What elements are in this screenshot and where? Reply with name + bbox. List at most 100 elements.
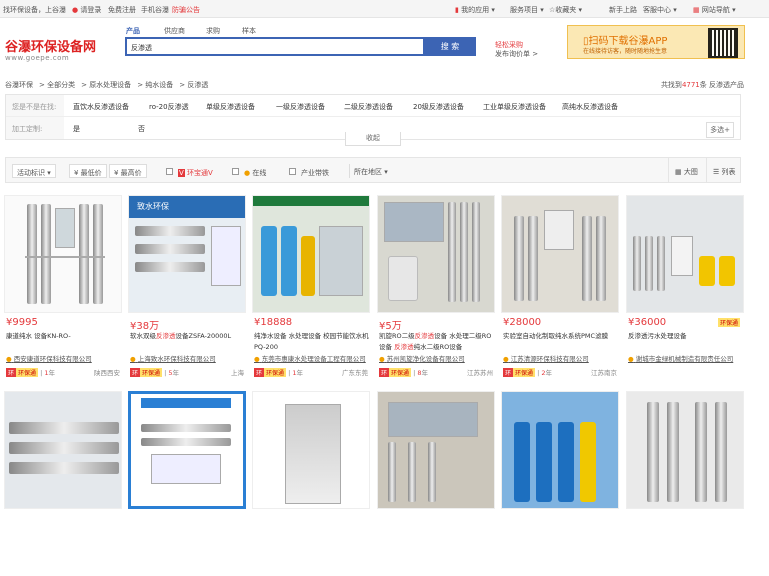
company-link[interactable]: ● 西安康道环保科技有限公司 <box>6 353 92 363</box>
filter-option[interactable]: 是 <box>73 124 80 134</box>
product-image[interactable] <box>501 391 619 509</box>
product-card[interactable]: ¥5万 凯旋RO二级反渗透设备 水处理二级RO设备 反渗透纯水二级RO设备 ● … <box>377 195 495 380</box>
product-price: ¥36000 <box>628 317 667 328</box>
member-badge-icon: 环 <box>6 368 17 377</box>
product-card[interactable] <box>501 391 619 576</box>
product-card[interactable] <box>626 391 744 576</box>
register-link[interactable]: 免费注册 <box>108 5 136 15</box>
app-download-banner[interactable]: ▯扫码下载谷瀑APP 在线接待访客，随时随地抢生意 <box>567 25 745 59</box>
huanbao-label: V 环宝通V <box>178 169 213 177</box>
product-image[interactable] <box>4 391 122 509</box>
chat-icon: ● <box>254 355 260 363</box>
product-title[interactable]: 反渗透污水处理设备 <box>628 331 744 342</box>
search-button[interactable]: 搜 索 <box>424 37 476 56</box>
product-card[interactable] <box>128 391 246 576</box>
company-link[interactable]: ● 谢城市金绿机械制造有限责任公司 <box>628 353 733 363</box>
login-link[interactable]: ● 请登录 <box>72 5 101 15</box>
myapp-menu[interactable]: ▮ 我的应用 ▾ <box>455 5 495 15</box>
product-card[interactable]: ¥36000 环保通 反渗透污水处理设备 ● 谢城市金绿机械制造有限责任公司 <box>626 195 744 380</box>
company-link[interactable]: ● 东莞市惠康水处理设备工程有限公司 <box>254 353 366 363</box>
online-checkbox[interactable] <box>232 168 239 175</box>
region-dropdown[interactable]: 所在地区 ▾ <box>349 164 392 178</box>
site-logo[interactable]: 谷瀑环保设备网 <box>5 36 96 55</box>
company-link[interactable]: ● 江苏清源环保科技有限公司 <box>503 353 589 363</box>
product-image[interactable] <box>626 195 744 313</box>
service-menu[interactable]: 服务项目 ▾ <box>510 5 544 15</box>
slogan: 找环保设备，上谷瀑 <box>3 6 66 14</box>
chat-icon: ● <box>503 355 509 363</box>
filter-option[interactable]: 直饮水反渗透设备 <box>73 102 129 112</box>
app-icon: ▮ <box>455 6 459 14</box>
product-price: ¥9995 <box>6 317 38 328</box>
product-image[interactable] <box>501 195 619 313</box>
badge-icon: V <box>178 169 185 177</box>
filter-option[interactable]: 一级反渗透设备 <box>276 102 325 112</box>
product-meta: 环环保通 | 1年 广东东莞 <box>254 368 368 377</box>
product-card[interactable]: ¥9995 康道纯水 设备KN-RO- ● 西安康道环保科技有限公司 环环保通 … <box>4 195 122 380</box>
newbie-link[interactable]: 新手上路 <box>609 5 637 15</box>
product-title[interactable]: 凯旋RO二级反渗透设备 水处理二级RO设备 反渗透纯水二级RO设备 <box>379 331 495 353</box>
activity-dropdown[interactable]: 活动标识 ▾ <box>12 164 56 178</box>
online-label: ● 在线 <box>244 169 267 177</box>
product-image[interactable] <box>377 391 495 509</box>
product-meta: 环环保通 | 5年 上海 <box>130 368 244 377</box>
product-card[interactable] <box>252 391 370 576</box>
sitenav-menu[interactable]: ▦ 网站导航 ▾ <box>693 5 736 15</box>
filter-option[interactable]: 否 <box>138 124 145 134</box>
breadcrumb-item[interactable]: 谷瀑环保 <box>5 81 33 89</box>
breadcrumb-item[interactable]: 纯水设备 <box>145 81 173 89</box>
filter-option[interactable]: 高纯水反渗透设备 <box>562 102 618 112</box>
product-price: ¥18888 <box>254 317 293 328</box>
product-card[interactable]: ¥28000 实验室自动化制取纯水系统PMC滤膜 ● 江苏清源环保科技有限公司 … <box>501 195 619 380</box>
product-image[interactable] <box>252 195 370 313</box>
list-view-toggle[interactable]: ☰ 列表 <box>706 158 742 182</box>
notice-link[interactable]: 防骗公告 <box>172 5 200 15</box>
company-link[interactable]: ● 苏州凯旋净化设备有限公司 <box>379 353 465 363</box>
sort-price-high[interactable]: ¥ 最高价 <box>109 164 147 178</box>
search-input[interactable]: 反渗透 <box>125 37 425 56</box>
product-price: ¥5万 <box>379 321 402 332</box>
sort-price-low[interactable]: ¥ 最低价 <box>69 164 107 178</box>
product-card[interactable] <box>377 391 495 576</box>
product-image[interactable] <box>4 195 122 313</box>
favorite-menu[interactable]: ☆收藏夹 ▾ <box>549 5 582 15</box>
tab-supplier[interactable]: 供应商 <box>164 26 185 36</box>
product-meta: 环环保通 | 8年 江苏苏州 <box>379 368 493 377</box>
tab-sample[interactable]: 样本 <box>242 26 256 36</box>
product-image[interactable] <box>128 391 246 509</box>
collapse-button[interactable]: 收起 <box>345 132 401 146</box>
result-count: 共找到4771条 反渗透产品 <box>660 81 744 89</box>
chat-icon: ● <box>6 355 12 363</box>
product-card[interactable]: ¥18888 纯净水设备 水处理设备 校园节能饮水机PQ-200 ● 东莞市惠康… <box>252 195 370 380</box>
post-inquiry-link[interactable]: 发布询价单 > <box>495 49 538 59</box>
product-image[interactable] <box>252 391 370 509</box>
product-image[interactable] <box>377 195 495 313</box>
product-title[interactable]: 实验室自动化制取纯水系统PMC滤膜 <box>503 331 619 342</box>
product-card[interactable] <box>4 391 122 576</box>
list-view-icon: ☰ <box>713 168 720 176</box>
multi-select-button[interactable]: 多选+ <box>706 122 734 138</box>
sort-bar: 活动标识 ▾ ¥ 最低价 ¥ 最高价 V 环宝通V ● 在线 产业带铁 所在地区… <box>5 157 741 183</box>
filter-option[interactable]: 二级反渗透设备 <box>344 102 393 112</box>
company-link[interactable]: ● 上海致水环保科技有限公司 <box>130 353 216 363</box>
huanbao-checkbox[interactable] <box>166 168 173 175</box>
filter-row-suggest: 您是不是在找: 直饮水反渗透设备 ro-20反渗透 单级反渗透设备 一级反渗透设… <box>6 95 740 117</box>
product-title[interactable]: 纯净水设备 水处理设备 校园节能饮水机PQ-200 <box>254 331 370 353</box>
product-card[interactable]: 致水环保 ¥38万 软水双级反渗透设备ZSFA-20000L ● 上海致水环保科… <box>128 195 246 380</box>
filter-option[interactable]: 单级反渗透设备 <box>206 102 255 112</box>
breadcrumb-item[interactable]: 原水处理设备 <box>89 81 131 89</box>
breadcrumb-item[interactable]: 全部分类 <box>47 81 75 89</box>
product-image[interactable] <box>626 391 744 509</box>
grid-view-toggle[interactable]: ▦ 大图 <box>668 158 704 182</box>
product-title[interactable]: 康道纯水 设备KN-RO- <box>6 331 122 342</box>
support-menu[interactable]: 客服中心 ▾ <box>643 5 677 15</box>
tab-purchase[interactable]: 求购 <box>206 26 220 36</box>
filter-option[interactable]: ro-20反渗透 <box>149 102 189 112</box>
tab-product[interactable]: 产品 <box>126 26 140 36</box>
product-title[interactable]: 软水双级反渗透设备ZSFA-20000L <box>130 331 246 342</box>
filter-option[interactable]: 20级反渗透设备 <box>413 102 464 112</box>
guarantee-checkbox[interactable] <box>289 168 296 175</box>
filter-option[interactable]: 工业单级反渗透设备 <box>483 102 546 112</box>
mobile-link[interactable]: 手机谷瀑 <box>141 5 169 15</box>
product-image[interactable]: 致水环保 <box>128 195 246 313</box>
